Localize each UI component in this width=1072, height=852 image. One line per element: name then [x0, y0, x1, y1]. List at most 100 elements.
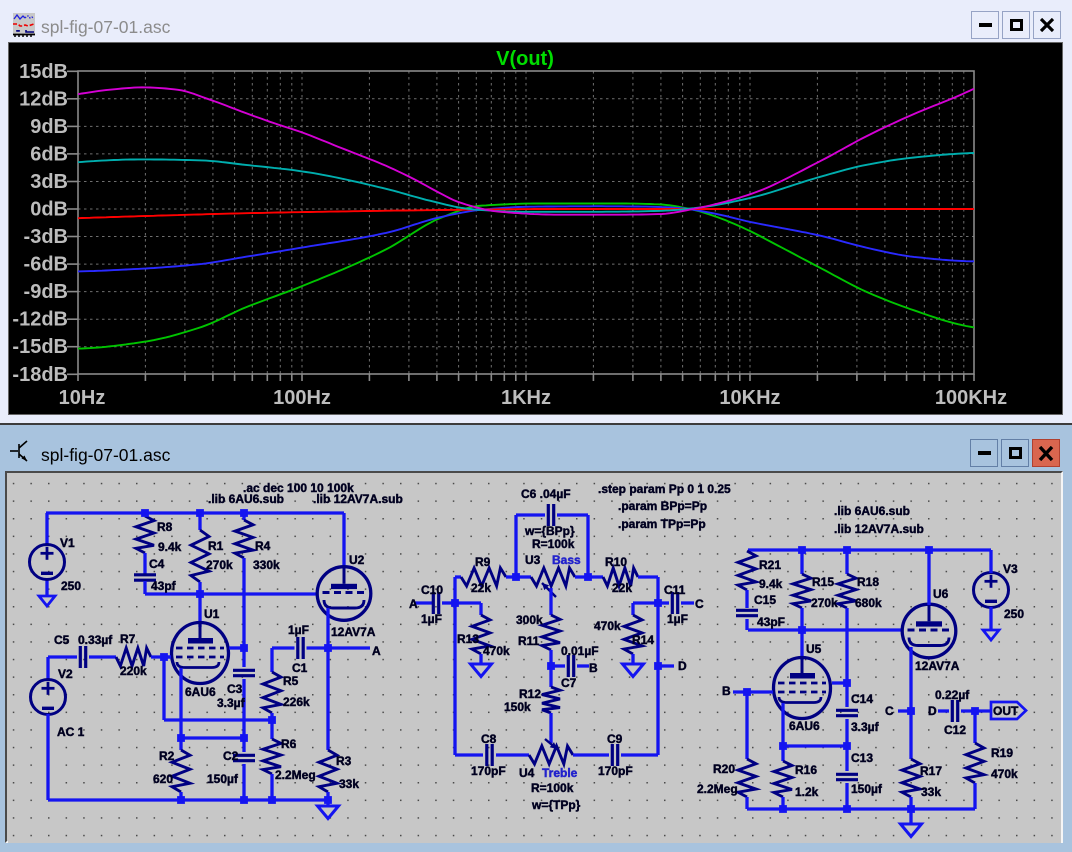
svg-text:R19: R19 [991, 746, 1013, 760]
svg-text:D: D [928, 704, 937, 718]
svg-text:C2: C2 [223, 749, 239, 763]
svg-text:C4: C4 [149, 557, 165, 571]
svg-text:43pF: 43pF [757, 615, 785, 629]
svg-text:15dB: 15dB [19, 61, 68, 83]
svg-text:R=100k: R=100k [531, 781, 574, 795]
svg-text:170pF: 170pF [471, 764, 506, 778]
svg-text:R13: R13 [457, 632, 479, 646]
svg-text:R6: R6 [281, 737, 297, 751]
svg-text:.step param Pp 0 1 0.25: .step param Pp 0 1 0.25 [598, 482, 731, 496]
svg-text:-15dB: -15dB [12, 336, 68, 358]
svg-text:300k: 300k [516, 613, 543, 627]
svg-text:0.01µF: 0.01µF [561, 644, 599, 658]
svg-text:Bass: Bass [552, 553, 581, 567]
svg-text:2.2Meg: 2.2Meg [697, 782, 738, 796]
svg-text:270k: 270k [206, 558, 233, 572]
svg-text:470k: 470k [991, 767, 1018, 781]
svg-text:R18: R18 [857, 575, 879, 589]
svg-text:2.2Meg: 2.2Meg [275, 768, 316, 782]
svg-text:.param TPp=Pp: .param TPp=Pp [618, 517, 706, 531]
svg-text:-3dB: -3dB [24, 226, 68, 248]
svg-text:R3: R3 [336, 754, 352, 768]
svg-text:R11: R11 [518, 634, 540, 648]
svg-text:C15: C15 [754, 593, 776, 607]
svg-text:150k: 150k [504, 700, 531, 714]
svg-text:12AV7A: 12AV7A [331, 625, 376, 639]
svg-text:10Hz: 10Hz [59, 387, 106, 409]
svg-text:3.3µf: 3.3µf [217, 696, 246, 710]
svg-text:-6dB: -6dB [24, 254, 68, 276]
svg-text:22k: 22k [471, 581, 491, 595]
svg-text:C6 .04µF: C6 .04µF [521, 487, 571, 501]
svg-text:R15: R15 [812, 575, 834, 589]
svg-text:R21: R21 [759, 558, 781, 572]
svg-text:43pf: 43pf [151, 579, 177, 593]
svg-text:1KHz: 1KHz [501, 387, 551, 409]
svg-text:R17: R17 [920, 764, 942, 778]
svg-text:250: 250 [61, 579, 81, 593]
svg-text:33k: 33k [921, 785, 941, 799]
svg-text:C11: C11 [664, 583, 686, 597]
svg-text:9dB: 9dB [30, 116, 68, 138]
svg-text:150µf: 150µf [851, 782, 883, 796]
svg-text:C9: C9 [607, 732, 623, 746]
svg-text:V3: V3 [1003, 562, 1018, 576]
svg-text:U2: U2 [349, 553, 365, 567]
svg-text:226k: 226k [283, 695, 310, 709]
svg-text:w={TPp}: w={TPp} [531, 798, 581, 812]
svg-text:6AU6: 6AU6 [185, 685, 216, 699]
svg-text:V(out): V(out) [496, 48, 554, 70]
svg-text:C10: C10 [421, 583, 443, 597]
svg-text:R8: R8 [157, 520, 173, 534]
svg-text:.lib 6AU6.sub: .lib 6AU6.sub [834, 504, 910, 518]
svg-text:C7: C7 [561, 676, 577, 690]
svg-text:D: D [678, 659, 687, 673]
svg-text:9.4k: 9.4k [759, 577, 783, 591]
svg-text:12AV7A: 12AV7A [915, 659, 960, 673]
svg-text:B: B [589, 661, 598, 675]
svg-text:OUT: OUT [993, 704, 1019, 718]
svg-text:-9dB: -9dB [24, 281, 68, 303]
svg-text:R14: R14 [632, 633, 654, 647]
svg-text:620: 620 [153, 772, 173, 786]
svg-text:C14: C14 [851, 692, 873, 706]
svg-text:U6: U6 [933, 587, 949, 601]
svg-text:470k: 470k [594, 619, 621, 633]
svg-text:330k: 330k [253, 558, 280, 572]
svg-text:0.33µf: 0.33µf [78, 633, 113, 647]
svg-text:270k: 270k [811, 596, 838, 610]
svg-text:10KHz: 10KHz [719, 387, 780, 409]
svg-text:R10: R10 [605, 555, 627, 569]
svg-text:100Hz: 100Hz [273, 387, 331, 409]
svg-text:1µF: 1µF [288, 623, 309, 637]
svg-text:12dB: 12dB [19, 88, 68, 110]
svg-text:R12: R12 [519, 687, 541, 701]
svg-text:1µF: 1µF [421, 612, 442, 626]
svg-text:3dB: 3dB [30, 171, 68, 193]
svg-text:-12dB: -12dB [12, 309, 68, 331]
svg-text:C: C [695, 597, 704, 611]
svg-text:22k: 22k [612, 581, 632, 595]
svg-text:R1: R1 [208, 539, 224, 553]
svg-text:33k: 33k [339, 777, 359, 791]
svg-text:170pF: 170pF [598, 764, 633, 778]
svg-text:6AU6: 6AU6 [789, 719, 820, 733]
svg-text:3.3µf: 3.3µf [851, 720, 880, 734]
svg-text:AC 1: AC 1 [57, 725, 85, 739]
svg-text:0.22µf: 0.22µf [935, 688, 970, 702]
svg-text:A: A [409, 597, 418, 611]
svg-text:C3: C3 [227, 682, 243, 696]
svg-text:U5: U5 [806, 642, 822, 656]
svg-text:R20: R20 [713, 762, 735, 776]
svg-text:R16: R16 [795, 763, 817, 777]
svg-text:C: C [885, 704, 894, 718]
svg-text:w={BPp}: w={BPp} [524, 524, 575, 538]
svg-text:V1: V1 [60, 536, 75, 550]
svg-text:.lib 6AU6.sub: .lib 6AU6.sub [208, 492, 284, 506]
svg-text:U1: U1 [204, 607, 220, 621]
svg-text:.param BPp=Pp: .param BPp=Pp [618, 499, 707, 513]
svg-text:R2: R2 [159, 749, 175, 763]
svg-text:C12: C12 [944, 723, 966, 737]
svg-text:6dB: 6dB [30, 143, 68, 165]
svg-text:Treble: Treble [542, 766, 578, 780]
